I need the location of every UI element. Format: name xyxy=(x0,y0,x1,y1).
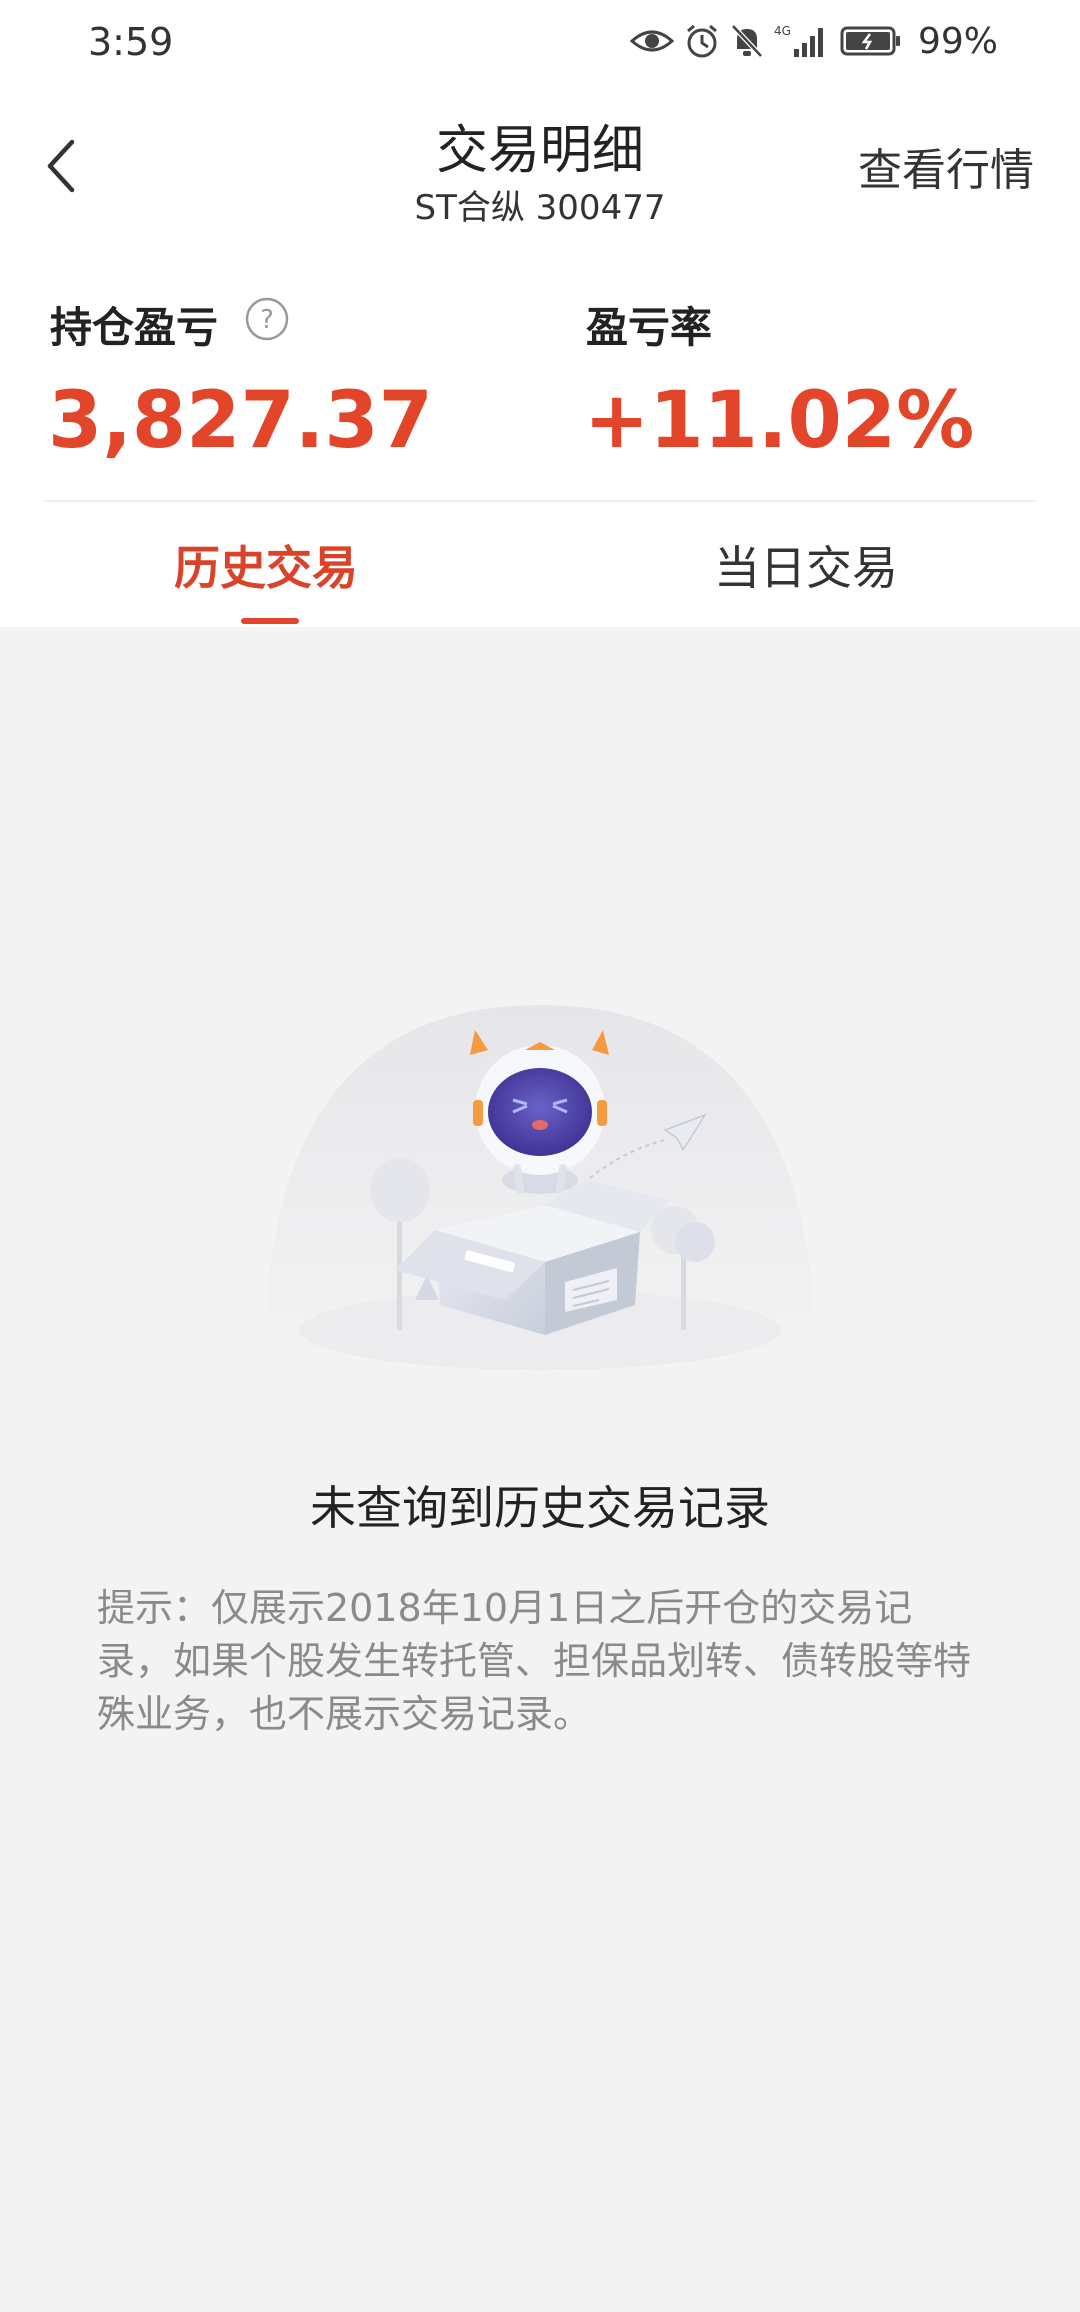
header-panel: 3:59 4G 99% 交易明细 ST合纵 300477 查看行情 持仓盈亏 ?… xyxy=(0,0,1080,627)
empty-state-hint: 提示：仅展示2018年10月1日之后开仓的交易记录，如果个股发生转托管、担保品划… xyxy=(97,1586,972,1736)
view-quote-button[interactable]: 查看行情 xyxy=(858,134,1034,198)
svg-text:4G: 4G xyxy=(774,24,791,38)
position-pnl-label: 持仓盈亏 xyxy=(50,303,219,352)
empty-state-illustration xyxy=(265,1005,815,1370)
signal-4g-icon: 4G xyxy=(774,24,823,57)
tab-history-trades[interactable]: 历史交易 xyxy=(174,532,358,598)
pnl-rate-label: 盈亏率 xyxy=(586,303,713,352)
status-icons: 4G 99% xyxy=(629,18,998,64)
tab-bar: 历史交易 当日交易 xyxy=(0,502,1080,627)
empty-state-title: 未查询到历史交易记录 xyxy=(310,1481,770,1535)
svg-text:?: ? xyxy=(260,305,274,335)
status-bar: 3:59 4G 99% xyxy=(0,0,1080,84)
pnl-rate-value: +11.02% xyxy=(584,376,975,466)
status-time: 3:59 xyxy=(88,20,174,64)
eye-icon xyxy=(629,30,674,52)
tab-today-trades[interactable]: 当日交易 xyxy=(714,532,898,598)
page: 3:59 4G 99% 交易明细 ST合纵 300477 查看行情 持仓盈亏 ?… xyxy=(0,0,1080,2312)
position-pnl-value: 3,827.37 xyxy=(48,376,433,466)
battery-icon xyxy=(840,26,900,56)
pnl-summary: 持仓盈亏 ? 3,827.37 盈亏率 +11.02% xyxy=(0,280,1080,500)
nav-bar: 交易明细 ST合纵 300477 查看行情 xyxy=(0,84,1080,244)
active-tab-indicator xyxy=(241,618,299,624)
battery-percent: 99% xyxy=(917,20,998,62)
help-icon[interactable]: ? xyxy=(244,296,290,342)
bell-off-icon xyxy=(731,24,763,58)
alarm-icon xyxy=(687,24,717,58)
